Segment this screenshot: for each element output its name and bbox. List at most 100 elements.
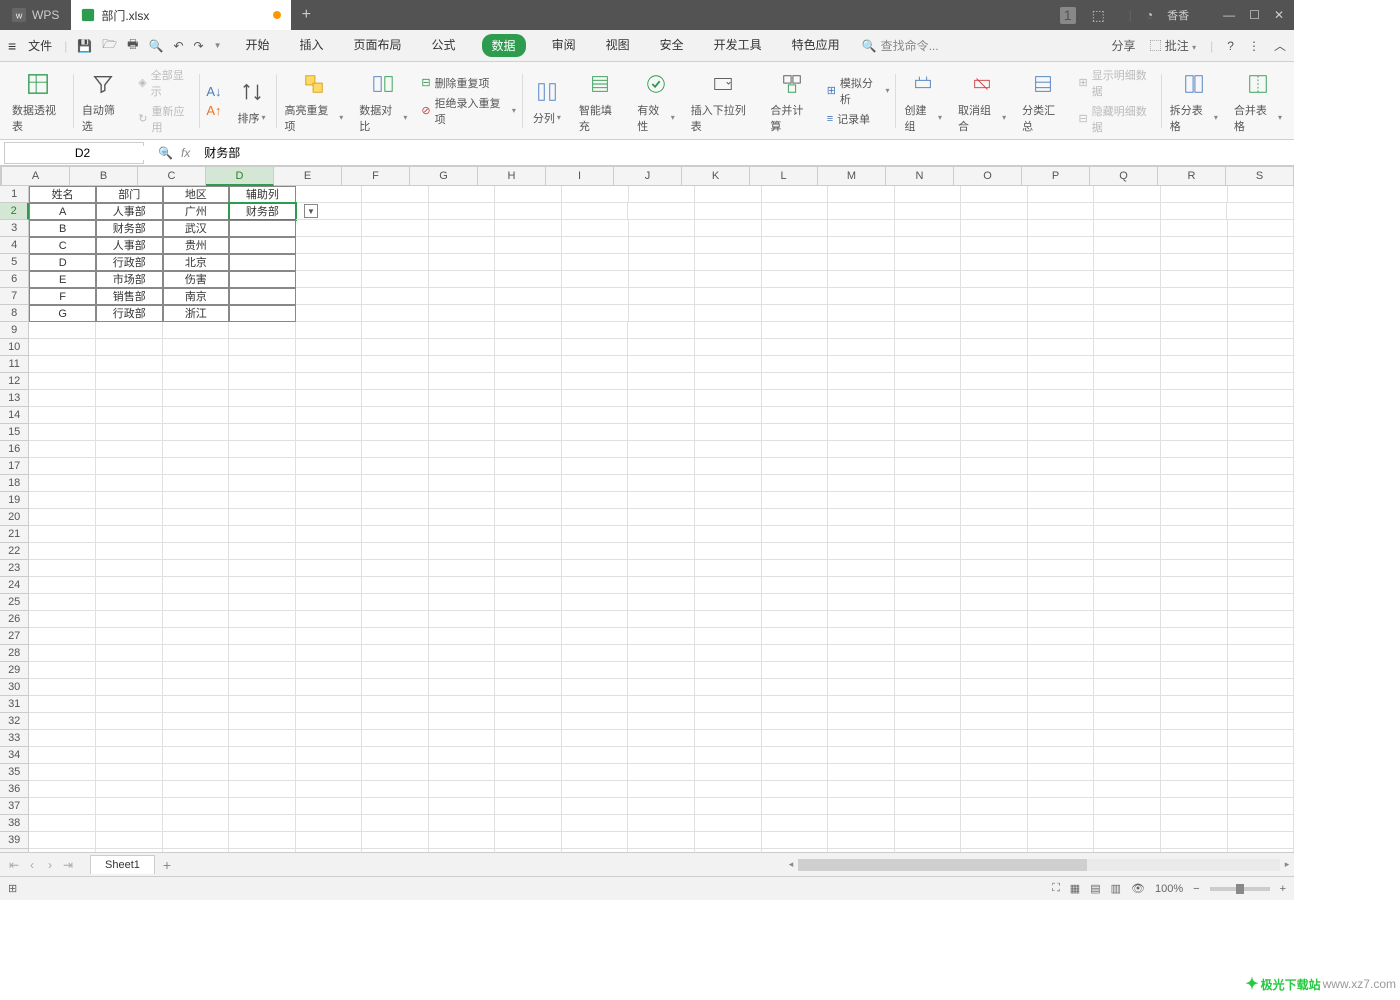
cell-M20[interactable] (828, 509, 895, 526)
cell-G39[interactable] (429, 832, 496, 849)
cell-O11[interactable] (961, 356, 1028, 373)
cell-L20[interactable] (762, 509, 829, 526)
sheet-nav-first[interactable]: ⇤ (6, 858, 22, 872)
cell-J10[interactable] (628, 339, 695, 356)
view-pagebreak-icon[interactable]: ▥ (1111, 882, 1121, 895)
row-header-7[interactable]: 7 (0, 288, 29, 305)
cell-Q21[interactable] (1094, 526, 1161, 543)
cell-A36[interactable] (29, 781, 96, 798)
cell-G24[interactable] (429, 577, 496, 594)
cell-E16[interactable] (296, 441, 363, 458)
view-fullscreen-icon[interactable]: ⛶ (1052, 882, 1060, 895)
cell-B8[interactable]: 行政部 (96, 305, 163, 322)
cell-H30[interactable] (495, 679, 562, 696)
column-header-R[interactable]: R (1158, 166, 1226, 186)
cell-L36[interactable] (762, 781, 829, 798)
cell-E6[interactable] (296, 271, 363, 288)
cell-A5[interactable]: D (29, 254, 96, 271)
cell-O3[interactable] (961, 220, 1028, 237)
cell-L40[interactable] (762, 849, 829, 852)
cell-N15[interactable] (895, 424, 962, 441)
cell-A7[interactable]: F (29, 288, 96, 305)
cell-L21[interactable] (762, 526, 829, 543)
cell-F36[interactable] (362, 781, 429, 798)
cell-H39[interactable] (495, 832, 562, 849)
cell-P34[interactable] (1028, 747, 1095, 764)
cell-G32[interactable] (429, 713, 496, 730)
cell-C22[interactable] (163, 543, 230, 560)
cell-P18[interactable] (1028, 475, 1095, 492)
cell-M18[interactable] (828, 475, 895, 492)
cell-N23[interactable] (895, 560, 962, 577)
cell-S25[interactable] (1228, 594, 1295, 611)
cell-S4[interactable] (1228, 237, 1294, 254)
hscroll-track[interactable] (798, 859, 1280, 871)
cell-G17[interactable] (429, 458, 496, 475)
cell-A4[interactable]: C (29, 237, 96, 254)
cell-J34[interactable] (628, 747, 695, 764)
cell-L27[interactable] (762, 628, 829, 645)
cell-O19[interactable] (961, 492, 1028, 509)
cell-A25[interactable] (29, 594, 96, 611)
cell-D21[interactable] (229, 526, 296, 543)
cell-M16[interactable] (828, 441, 895, 458)
cell-G37[interactable] (429, 798, 496, 815)
cell-S31[interactable] (1228, 696, 1295, 713)
cell-H9[interactable] (495, 322, 562, 339)
cell-A8[interactable]: G (29, 305, 96, 322)
cell-J40[interactable] (628, 849, 695, 852)
cell-J25[interactable] (628, 594, 695, 611)
cell-P13[interactable] (1028, 390, 1095, 407)
cell-M34[interactable] (828, 747, 895, 764)
tab-view[interactable]: 视图 (602, 34, 634, 57)
cell-I8[interactable] (562, 305, 629, 322)
cell-J22[interactable] (628, 543, 695, 560)
cell-E32[interactable] (296, 713, 363, 730)
cell-R12[interactable] (1161, 373, 1228, 390)
cell-A40[interactable] (29, 849, 96, 852)
help-icon[interactable]: ? (1227, 39, 1234, 53)
row-header-38[interactable]: 38 (0, 815, 29, 832)
cell-H20[interactable] (495, 509, 562, 526)
cell-N13[interactable] (895, 390, 962, 407)
cell-O30[interactable] (961, 679, 1028, 696)
cell-J32[interactable] (628, 713, 695, 730)
cell-O21[interactable] (961, 526, 1028, 543)
cell-P15[interactable] (1028, 424, 1095, 441)
row-header-28[interactable]: 28 (0, 645, 29, 662)
cell-C33[interactable] (163, 730, 230, 747)
cell-I36[interactable] (562, 781, 629, 798)
cell-Q34[interactable] (1094, 747, 1161, 764)
cell-O9[interactable] (961, 322, 1028, 339)
cell-K39[interactable] (695, 832, 762, 849)
ribbon-subtotal[interactable]: 分类汇总 (1014, 62, 1072, 139)
cell-F34[interactable] (362, 747, 429, 764)
cell-D32[interactable] (229, 713, 296, 730)
cell-N18[interactable] (895, 475, 962, 492)
cell-G23[interactable] (429, 560, 496, 577)
cell-J1[interactable] (629, 186, 696, 203)
cell-K23[interactable] (695, 560, 762, 577)
cell-N9[interactable] (895, 322, 962, 339)
ribbon-highlight-dup[interactable]: 高亮重复项▾ (276, 62, 351, 139)
cell-R22[interactable] (1161, 543, 1228, 560)
cell-C5[interactable]: 北京 (163, 254, 230, 271)
cell-O14[interactable] (961, 407, 1028, 424)
cell-K1[interactable] (695, 186, 762, 203)
cell-E13[interactable] (296, 390, 363, 407)
row-header-37[interactable]: 37 (0, 798, 29, 815)
cell-L1[interactable] (762, 186, 829, 203)
cell-D2[interactable]: 财务部 (229, 203, 296, 220)
cell-P32[interactable] (1028, 713, 1095, 730)
cell-P39[interactable] (1028, 832, 1095, 849)
view-normal-icon[interactable]: ▦ (1070, 882, 1080, 895)
cell-K20[interactable] (695, 509, 762, 526)
cell-R37[interactable] (1161, 798, 1228, 815)
cell-C32[interactable] (163, 713, 230, 730)
cell-F20[interactable] (362, 509, 429, 526)
cell-H18[interactable] (495, 475, 562, 492)
cell-B4[interactable]: 人事部 (96, 237, 163, 254)
cell-O4[interactable] (961, 237, 1028, 254)
cell-E12[interactable] (296, 373, 363, 390)
cell-O36[interactable] (961, 781, 1028, 798)
